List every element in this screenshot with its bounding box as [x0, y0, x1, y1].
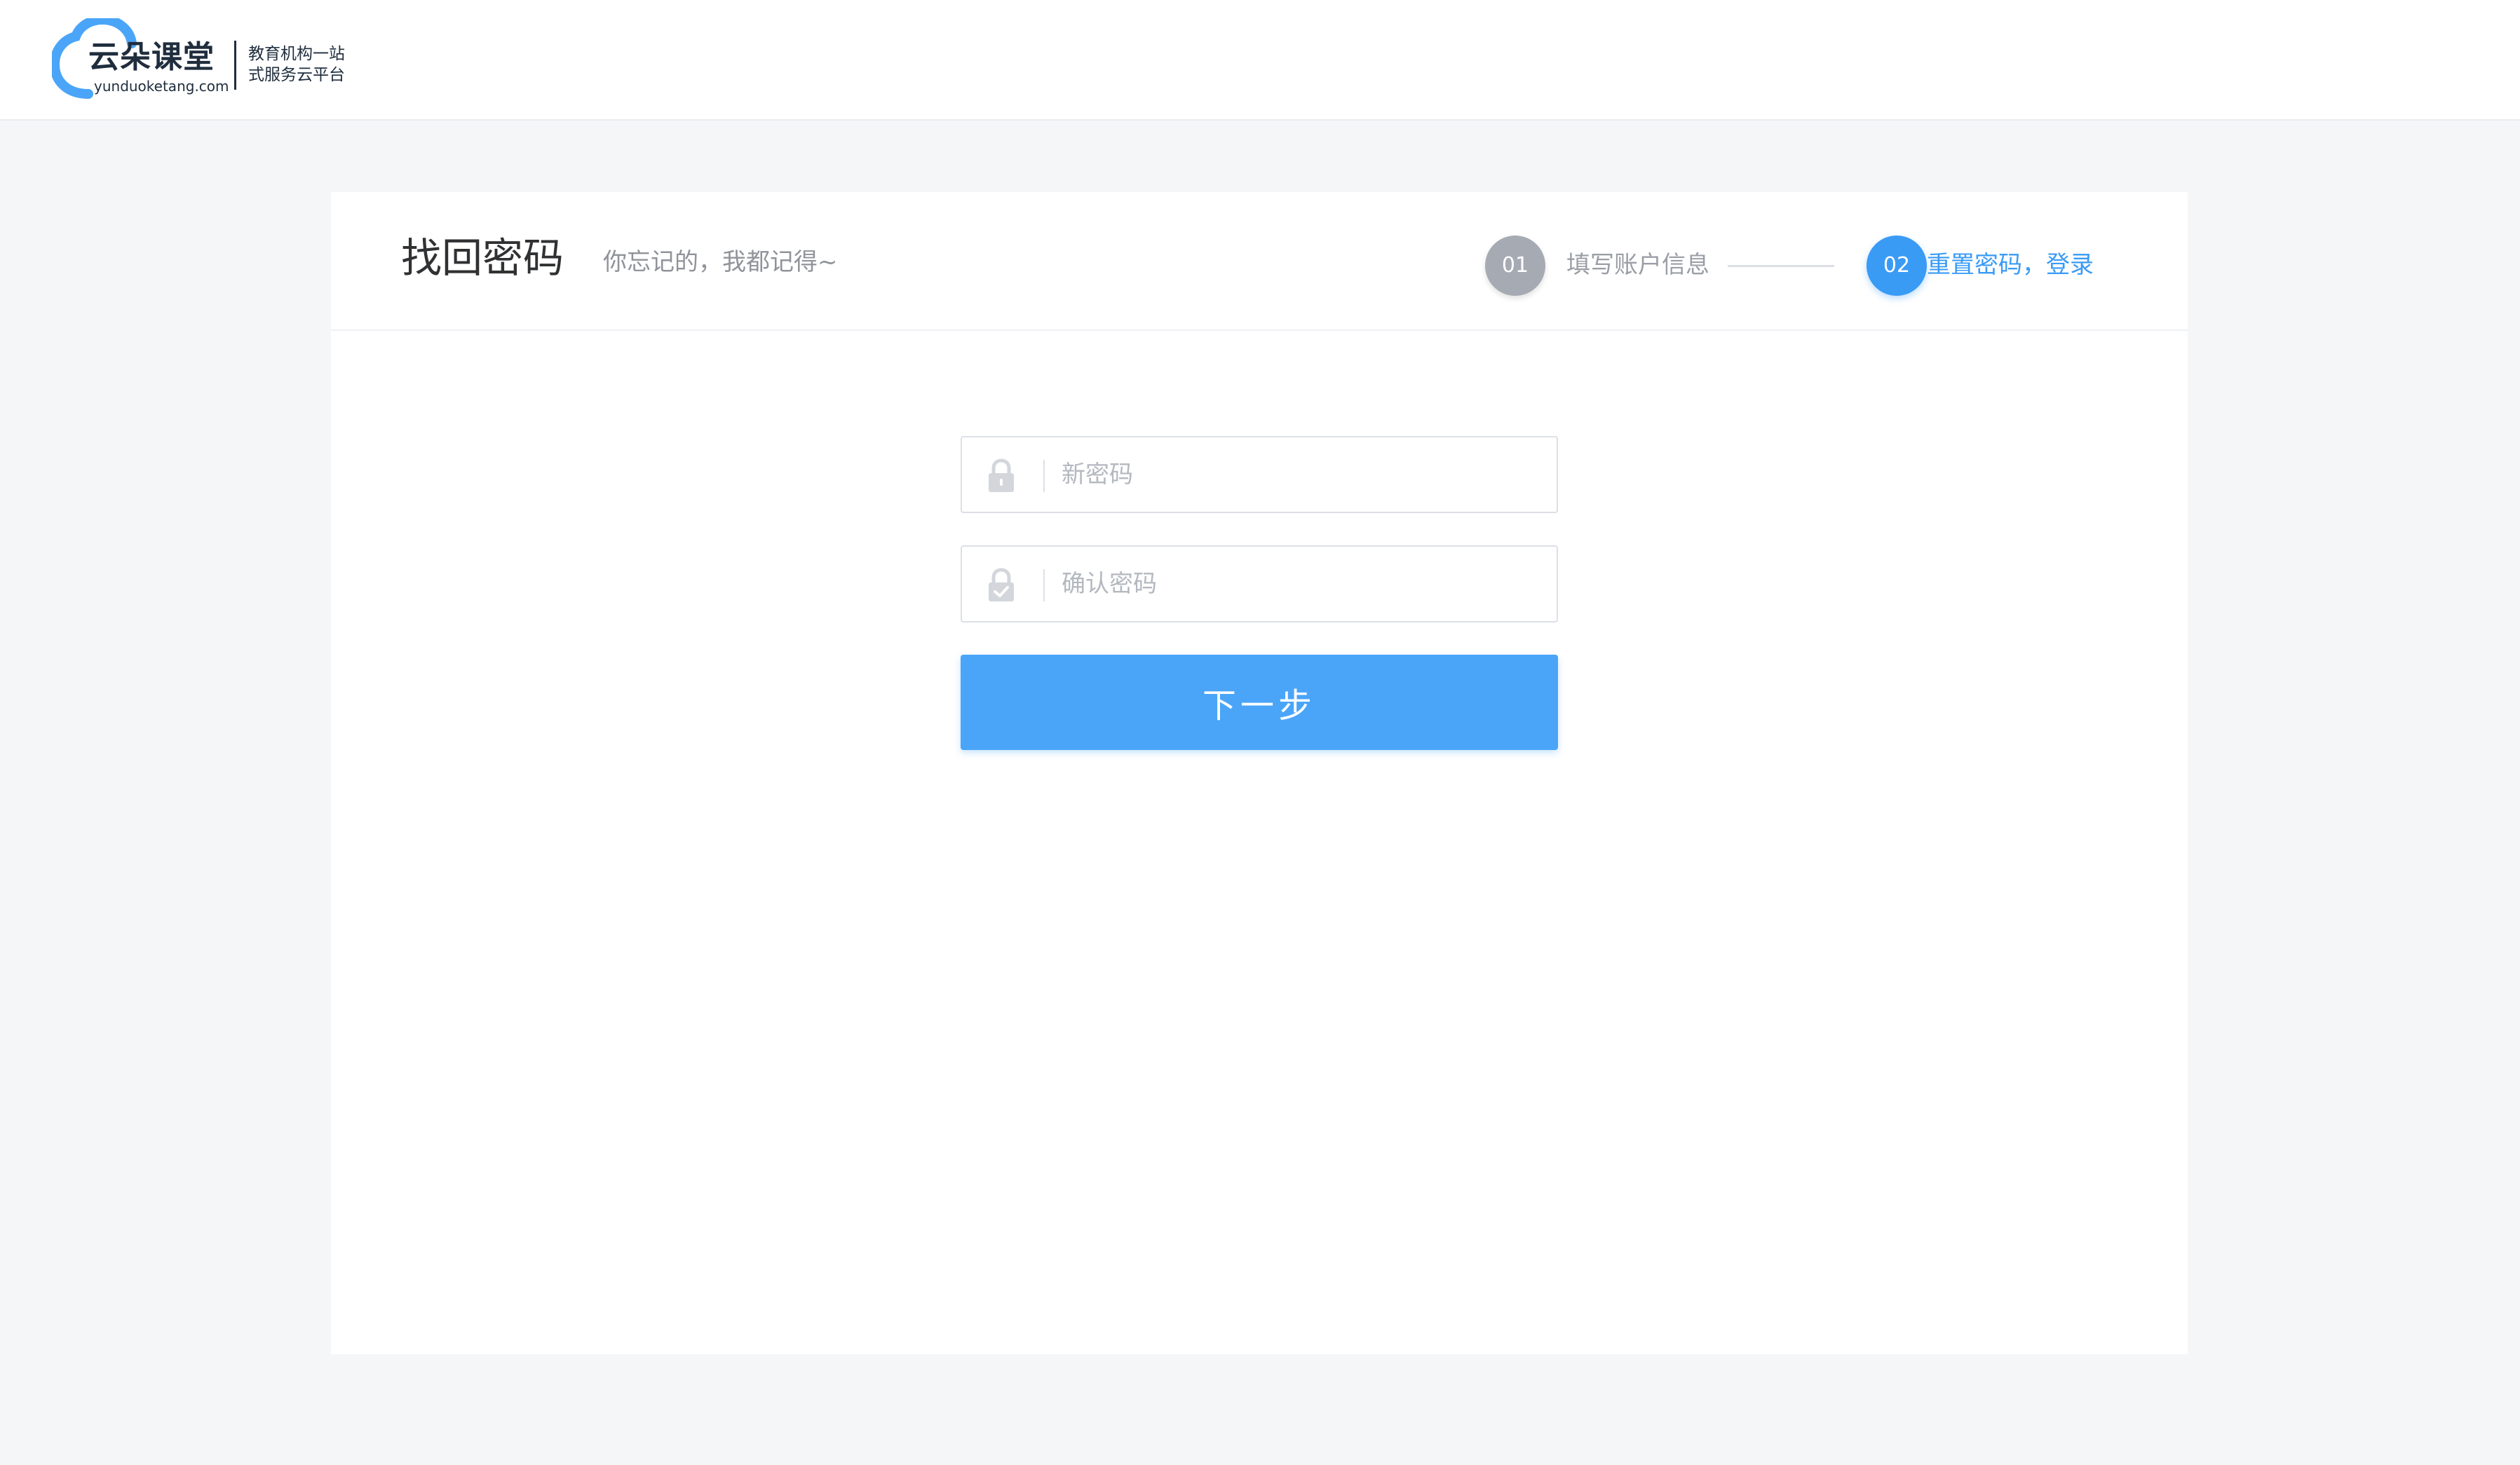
- logo-title: 云朵课堂: [88, 39, 215, 75]
- step-2-label: 重置密码，登录: [1927, 251, 2094, 279]
- top-header: 云朵课堂 yunduoketang.com 教育机构一站 式服务云平台: [0, 0, 2520, 121]
- logo-domain: yunduoketang.com: [94, 78, 229, 95]
- logo-divider: [234, 41, 236, 90]
- new-password-input[interactable]: [1060, 437, 1544, 512]
- new-password-field[interactable]: [961, 436, 1558, 513]
- step-1-badge: 01: [1485, 236, 1545, 296]
- field-separator: [1043, 569, 1045, 601]
- logo-slogan-line1: 教育机构一站: [248, 45, 345, 63]
- step-1-label: 填写账户信息: [1566, 251, 1709, 279]
- field-separator: [1043, 460, 1045, 492]
- logo-slogan: 教育机构一站 式服务云平台: [248, 43, 345, 86]
- page-subtitle: 你忘记的，我都记得~: [603, 248, 838, 276]
- next-step-button[interactable]: 下一步: [961, 655, 1558, 750]
- step-2-badge: 02: [1867, 236, 1927, 296]
- confirm-password-input[interactable]: [1060, 547, 1544, 621]
- brand-logo[interactable]: 云朵课堂 yunduoketang.com 教育机构一站 式服务云平台: [52, 18, 353, 100]
- confirm-password-field[interactable]: [961, 545, 1558, 622]
- lock-check-icon: [989, 568, 1014, 601]
- step-connector: [1728, 265, 1834, 267]
- reset-password-card: 找回密码 你忘记的，我都记得~ 01 填写账户信息 02 重置密码，登录 下一步: [331, 192, 2188, 1354]
- page-title: 找回密码: [401, 234, 564, 282]
- progress-steps: 01 填写账户信息 02 重置密码，登录: [1485, 234, 2144, 297]
- lock-icon: [989, 458, 1014, 492]
- logo-slogan-line2: 式服务云平台: [248, 66, 345, 84]
- card-header: 找回密码 你忘记的，我都记得~ 01 填写账户信息 02 重置密码，登录: [331, 192, 2188, 331]
